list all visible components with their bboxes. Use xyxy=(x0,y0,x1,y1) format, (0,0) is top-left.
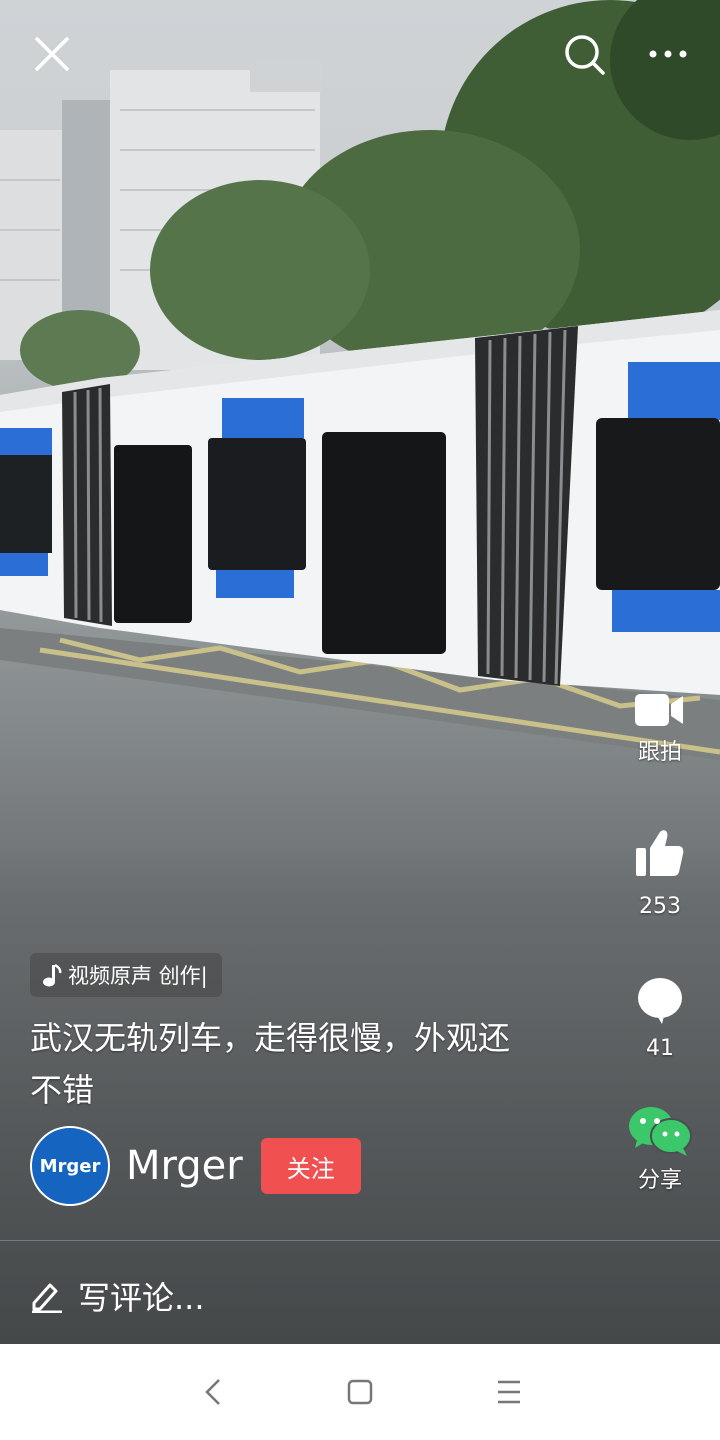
caption-line: 不错 xyxy=(30,1071,95,1109)
author-row: Mrger Mrger 关注 xyxy=(30,1126,361,1206)
follow-button[interactable]: 关注 xyxy=(260,1138,361,1194)
music-tag[interactable]: 视频原声 创作| xyxy=(30,953,222,997)
recents-nav-icon[interactable] xyxy=(498,1380,520,1404)
comment-bubble-icon xyxy=(638,978,682,1024)
comment-count: 41 xyxy=(646,1036,674,1061)
system-navigation-bar xyxy=(0,1344,720,1440)
comment-placeholder: 写评论... xyxy=(78,1279,205,1317)
caption-line: 武汉无轨列车，走得很慢，外观还 xyxy=(30,1019,511,1057)
home-nav-icon[interactable] xyxy=(347,1379,373,1405)
thumbs-up-icon xyxy=(636,830,684,876)
share-label: 分享 xyxy=(637,1168,682,1193)
back-nav-icon[interactable] xyxy=(205,1379,220,1405)
close-icon xyxy=(35,37,69,71)
search-button[interactable] xyxy=(558,28,610,80)
duet-button[interactable]: 跟拍 xyxy=(600,690,720,766)
video-camera-icon xyxy=(635,694,683,726)
music-note-icon xyxy=(43,963,62,987)
nav-icons xyxy=(205,1379,520,1405)
author-name[interactable]: Mrger xyxy=(126,1143,243,1189)
like-button[interactable]: 253 xyxy=(600,828,720,919)
divider xyxy=(0,1240,720,1241)
share-button[interactable]: 分享 xyxy=(600,1104,720,1194)
comment-button[interactable]: 41 xyxy=(600,976,720,1061)
pencil-icon xyxy=(32,1283,62,1313)
comment-input[interactable]: 写评论... xyxy=(30,1270,205,1322)
wechat-icon xyxy=(629,1107,692,1156)
duet-label: 跟拍 xyxy=(637,740,682,765)
like-count: 253 xyxy=(639,894,681,919)
video-caption: 武汉无轨列车，走得很慢，外观还 不错 xyxy=(30,1012,590,1116)
avatar[interactable]: Mrger xyxy=(30,1126,110,1206)
search-icon xyxy=(565,35,605,75)
more-button[interactable] xyxy=(644,36,692,72)
music-label: 视频原声 创作| xyxy=(68,964,208,988)
close-button[interactable] xyxy=(28,30,76,78)
more-icon xyxy=(649,50,687,58)
